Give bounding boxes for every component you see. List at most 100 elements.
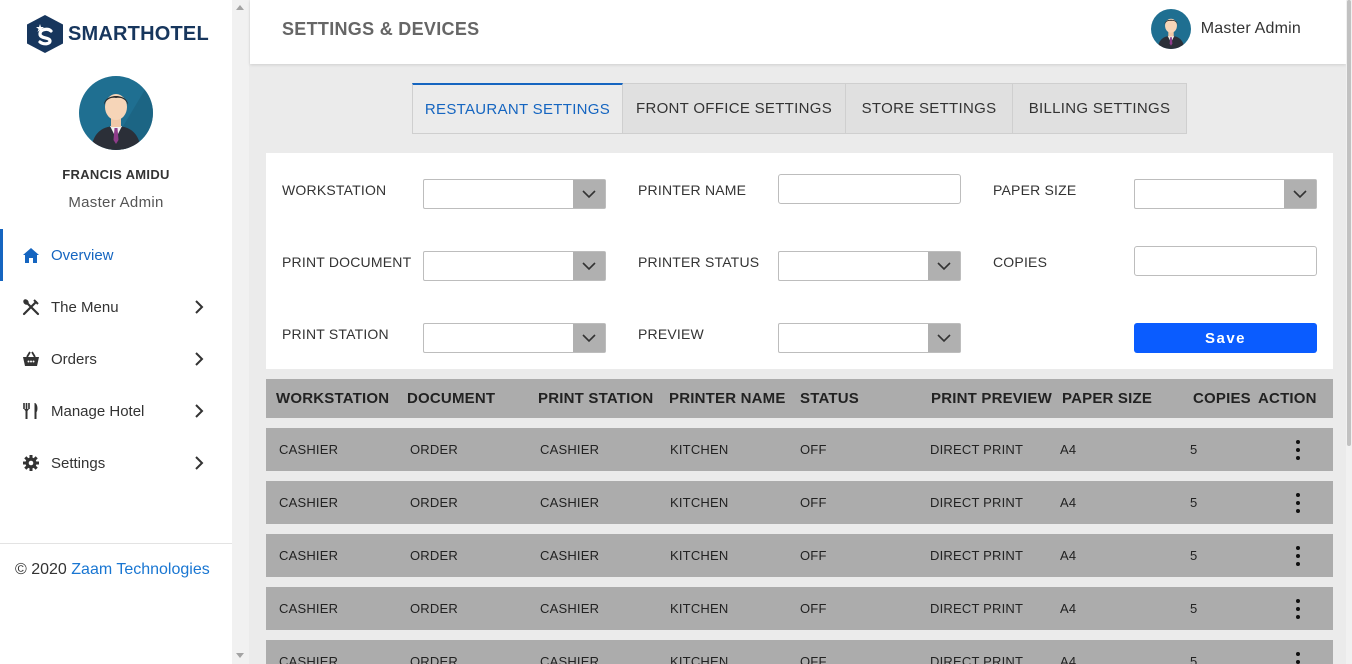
table-cell: DIRECT PRINT bbox=[930, 442, 1024, 457]
logo-hex-icon bbox=[27, 15, 63, 53]
table-row: CASHIER ORDER CASHIER KITCHEN OFF DIRECT PRIN… bbox=[266, 587, 1333, 630]
scroll-up-arrow-icon[interactable] bbox=[236, 5, 244, 10]
table-cell: KITCHEN bbox=[670, 442, 729, 457]
column-header: DOCUMENT bbox=[407, 390, 496, 407]
printer-name-field[interactable] bbox=[778, 174, 961, 204]
sidebar-item-the-menu[interactable]: The Menu bbox=[0, 281, 232, 333]
preview-select[interactable] bbox=[778, 323, 961, 353]
table-cell: A4 bbox=[1060, 495, 1077, 510]
tab-store-settings[interactable]: STORE SETTINGS bbox=[846, 83, 1013, 134]
printer-table: WORKSTATION DOCUMENT PRINT STATION PRINT… bbox=[266, 379, 1333, 418]
kebab-dot bbox=[1296, 546, 1300, 550]
table-cell: CASHIER bbox=[279, 654, 339, 664]
fork-knife-icon bbox=[22, 402, 40, 420]
kebab-dot bbox=[1296, 509, 1300, 513]
top-header: SETTINGS & DEVICES Master Admin bbox=[250, 0, 1346, 64]
chevron-down-icon[interactable] bbox=[928, 324, 960, 352]
sidebar-item-overview[interactable]: Overview bbox=[0, 229, 232, 281]
table-cell: OFF bbox=[800, 601, 827, 616]
kebab-dot bbox=[1296, 440, 1300, 444]
table-row: CASHIER ORDER CASHIER KITCHEN OFF DIRECT PRIN… bbox=[266, 481, 1333, 524]
sidebar-item-orders[interactable]: Orders bbox=[0, 333, 232, 385]
chevron-right-icon bbox=[195, 352, 204, 366]
table-cell: A4 bbox=[1060, 654, 1077, 664]
table-cell: CASHIER bbox=[540, 548, 600, 563]
chevron-down-icon[interactable] bbox=[1284, 180, 1316, 208]
utensils-cross-icon bbox=[22, 298, 40, 316]
header-user-menu[interactable]: Master Admin bbox=[1150, 9, 1301, 49]
print-document-select[interactable] bbox=[423, 251, 606, 281]
more-options-icon[interactable] bbox=[1293, 493, 1303, 513]
table-row: CASHIER ORDER CASHIER KITCHEN OFF DIRECT PRIN… bbox=[266, 640, 1333, 664]
printer-settings-form: WORKSTATION PRINTER NAME PAPER SIZE PRIN… bbox=[266, 153, 1333, 369]
company-link[interactable]: Zaam Technologies bbox=[71, 561, 209, 578]
table-cell: ORDER bbox=[410, 601, 458, 616]
preview-label: PREVIEW bbox=[638, 326, 704, 342]
copies-field[interactable] bbox=[1134, 246, 1317, 276]
more-options-icon[interactable] bbox=[1293, 599, 1303, 619]
sidebar-divider bbox=[0, 543, 232, 544]
table-cell: ORDER bbox=[410, 548, 458, 563]
column-header: STATUS bbox=[800, 390, 859, 407]
table-cell: OFF bbox=[800, 495, 827, 510]
table-row: CASHIER ORDER CASHIER KITCHEN OFF DIRECT PRIN… bbox=[266, 534, 1333, 577]
print-station-select[interactable] bbox=[423, 323, 606, 353]
sidebar-item-settings[interactable]: Settings bbox=[0, 437, 232, 489]
column-header: WORKSTATION bbox=[276, 390, 390, 407]
tab-front-office-settings[interactable]: FRONT OFFICE SETTINGS bbox=[623, 83, 846, 134]
kebab-dot bbox=[1296, 599, 1300, 603]
main-scrollbar[interactable] bbox=[1346, 0, 1352, 664]
printer-status-select[interactable] bbox=[778, 251, 961, 281]
tab-billing-settings[interactable]: BILLING SETTINGS bbox=[1013, 83, 1187, 134]
table-cell: KITCHEN bbox=[670, 654, 729, 664]
table-cell: CASHIER bbox=[540, 654, 600, 664]
save-button[interactable]: Save bbox=[1134, 323, 1317, 353]
sidebar-item-label: Settings bbox=[51, 454, 106, 472]
kebab-dot bbox=[1296, 554, 1300, 558]
more-options-icon[interactable] bbox=[1293, 652, 1303, 664]
table-cell: ORDER bbox=[410, 495, 458, 510]
avatar[interactable] bbox=[1150, 9, 1191, 49]
chevron-down-icon[interactable] bbox=[573, 324, 605, 352]
chevron-down-icon[interactable] bbox=[573, 180, 605, 208]
table-cell: CASHIER bbox=[540, 495, 600, 510]
table-cell: 5 bbox=[1190, 442, 1198, 457]
settings-tabs: RESTAURANT SETTINGS FRONT OFFICE SETTING… bbox=[412, 83, 1187, 134]
scroll-down-arrow-icon[interactable] bbox=[236, 653, 244, 658]
table-cell: CASHIER bbox=[279, 548, 339, 563]
column-header: PRINT PREVIEW bbox=[931, 390, 1052, 407]
print-station-label: PRINT STATION bbox=[282, 326, 389, 342]
more-options-icon[interactable] bbox=[1293, 546, 1303, 566]
table-cell: A4 bbox=[1060, 601, 1077, 616]
scrollbar-thumb[interactable] bbox=[1347, 0, 1351, 446]
kebab-dot bbox=[1296, 501, 1300, 505]
sidebar-scrollbar[interactable] bbox=[232, 0, 249, 664]
table-cell: OFF bbox=[800, 654, 827, 664]
copyright: © 2020 Zaam Technologies bbox=[15, 561, 210, 579]
table-cell: DIRECT PRINT bbox=[930, 548, 1024, 563]
kebab-dot bbox=[1296, 456, 1300, 460]
more-options-icon[interactable] bbox=[1293, 440, 1303, 460]
tab-restaurant-settings[interactable]: RESTAURANT SETTINGS bbox=[412, 83, 623, 134]
column-header: PRINT STATION bbox=[538, 390, 654, 407]
avatar[interactable] bbox=[79, 76, 153, 150]
kebab-dot bbox=[1296, 448, 1300, 452]
header-user-name: Master Admin bbox=[1200, 20, 1301, 37]
paper-size-select[interactable] bbox=[1134, 179, 1317, 209]
profile-role: Master Admin bbox=[68, 194, 164, 211]
chevron-right-icon bbox=[195, 456, 204, 470]
table-cell: OFF bbox=[800, 442, 827, 457]
workstation-label: WORKSTATION bbox=[282, 182, 387, 198]
table-cell: 5 bbox=[1190, 654, 1198, 664]
table-cell: CASHIER bbox=[279, 442, 339, 457]
workstation-select[interactable] bbox=[423, 179, 606, 209]
copyright-prefix: © 2020 bbox=[15, 561, 72, 578]
logo[interactable]: SMARTHOTEL bbox=[24, 14, 209, 54]
kebab-dot bbox=[1296, 660, 1300, 664]
table-cell: CASHIER bbox=[279, 601, 339, 616]
sidebar-item-manage-hotel[interactable]: Manage Hotel bbox=[0, 385, 232, 437]
kebab-dot bbox=[1296, 652, 1300, 656]
sidebar-item-label: Orders bbox=[51, 350, 97, 368]
chevron-down-icon[interactable] bbox=[573, 252, 605, 280]
chevron-down-icon[interactable] bbox=[928, 252, 960, 280]
